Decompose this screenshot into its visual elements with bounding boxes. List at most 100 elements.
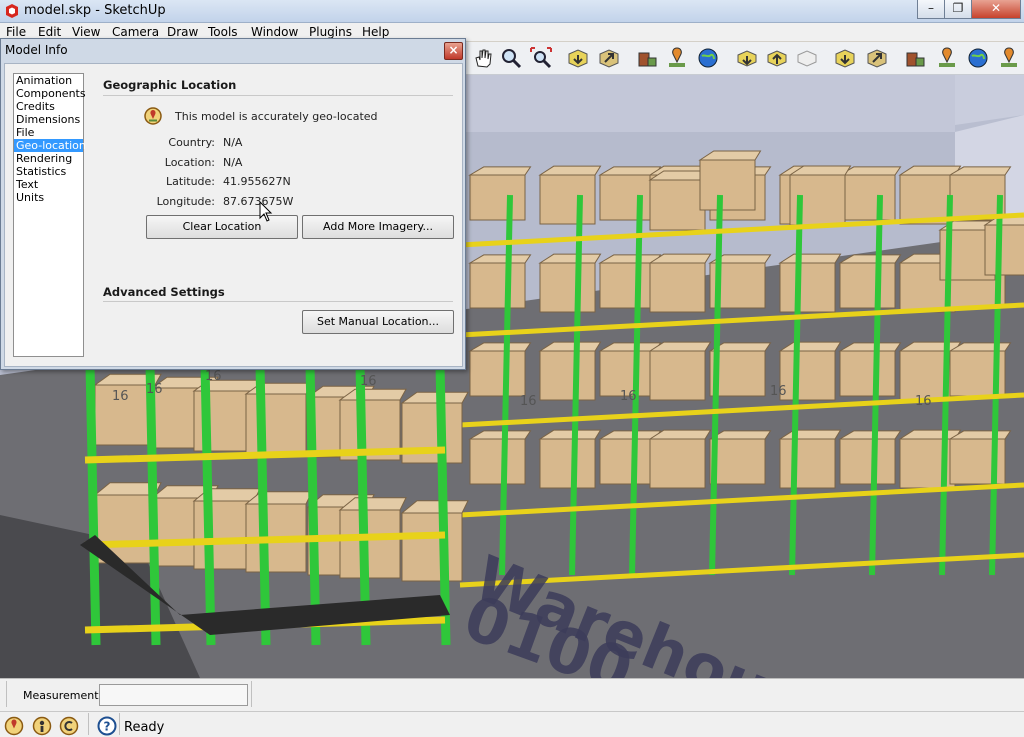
main-toolbar [465,42,1024,75]
cardboard-box [339,509,401,579]
share-model-icon[interactable] [865,46,889,70]
nav-item-units[interactable]: Units [14,191,83,204]
cardboard-box [779,350,836,401]
geo-location-heading: Geographic Location [103,78,237,92]
share-component-icon[interactable] [735,46,759,70]
nav-item-credits[interactable]: Credits [14,100,83,113]
rack-post [145,364,161,646]
nav-item-statistics[interactable]: Statistics [14,165,83,178]
nav-item-geo-location[interactable]: Geo-location [14,139,86,152]
country-label: Country: [168,136,215,149]
geo-status-text: This model is accurately geo-located [175,110,378,123]
share-model-icon[interactable] [597,46,621,70]
photo-textures-icon[interactable] [903,46,927,70]
latitude-value: 41.955627N [223,175,291,188]
cardboard-box [839,174,896,221]
cardboard-box [599,438,656,485]
close-icon[interactable]: × [444,42,463,60]
nav-item-file[interactable]: File [14,126,83,139]
country-value: N/A [223,136,243,149]
menu-file[interactable]: File [6,25,26,39]
cardboard-box [539,262,596,313]
add-more-imagery-button[interactable]: Add More Imagery... [302,215,454,239]
divider [88,713,89,735]
menu-edit[interactable]: Edit [38,25,61,39]
measurements-label: Measurements [23,689,105,702]
google-earth-icon[interactable] [696,46,720,70]
add-location-icon[interactable] [935,46,959,70]
divider [103,95,453,96]
rack-post [200,364,216,646]
cardboard-box [649,350,706,401]
photo-textures-icon[interactable] [635,46,659,70]
cardboard-box [699,159,756,211]
menu-tools[interactable]: Tools [208,25,238,39]
rack-label: 16 [360,374,377,389]
credits-status-icon[interactable] [32,716,52,736]
rack-post [85,364,101,646]
rack-post [305,364,321,646]
help-icon[interactable]: ? [97,716,117,736]
get-component-icon[interactable] [765,46,789,70]
model-info-nav: Animation Components Credits Dimensions … [13,73,86,357]
menu-plugins[interactable]: Plugins [309,25,352,39]
menu-help[interactable]: Help [362,25,389,39]
rack-label: 16 [112,389,129,404]
copyright-status-icon[interactable] [59,716,79,736]
get-models-icon[interactable] [566,46,590,70]
location-label: Location: [164,156,215,169]
nav-item-dimensions[interactable]: Dimensions [14,113,83,126]
divider [0,711,1024,712]
cardboard-box [779,262,836,313]
rack-label: 16 [620,389,637,404]
cardboard-box [193,500,255,570]
zoom-icon[interactable] [499,46,523,70]
cardboard-box [599,174,656,221]
menu-draw[interactable]: Draw [167,25,198,39]
menu-window[interactable]: Window [251,25,298,39]
geo-location-status-icon[interactable] [4,716,24,736]
hand-pan-icon[interactable] [471,46,495,70]
close-icon[interactable]: ✕ [971,0,1021,19]
get-models-icon[interactable] [833,46,857,70]
cardboard-box [709,438,766,485]
cardboard-box [245,393,307,455]
sketchup-app-icon [6,4,18,18]
cardboard-box [649,438,706,489]
title-bar: model.skp - SketchUp – ❐ ✕ [0,0,1024,23]
rack-label: 16 [770,384,787,399]
zoom-extents-icon[interactable] [529,46,553,70]
cardboard-box [984,224,1024,276]
dialog-body: Animation Components Credits Dimensions … [4,63,463,367]
divider [6,681,7,707]
add-location-icon[interactable] [997,46,1021,70]
rack-label: 16 [915,394,932,409]
cardboard-box [599,262,656,309]
set-manual-location-button[interactable]: Set Manual Location... [302,310,454,334]
google-earth-icon[interactable] [966,46,990,70]
measurements-input[interactable] [99,684,248,706]
model-info-dialog: Model Info × Animation Components Credit… [0,38,466,370]
cardboard-box [649,262,706,313]
rack-label: 16 [146,382,163,397]
nav-item-components[interactable]: Components [14,87,86,100]
nav-item-text[interactable]: Text [14,178,83,191]
rack-label: 16 [205,369,222,384]
nav-item-animation[interactable]: Animation [14,74,83,87]
cardboard-box [779,438,836,489]
preview-icon[interactable] [795,46,819,70]
maximize-icon[interactable]: ❐ [944,0,972,19]
status-bar: Measurements ? Ready [0,678,1024,737]
cardboard-box [539,438,596,489]
geo-located-icon [144,107,162,125]
longitude-label: Longitude: [156,195,215,208]
minimize-icon[interactable]: – [917,0,945,19]
clear-location-button[interactable]: Clear Location [146,215,298,239]
menu-camera[interactable]: Camera [112,25,159,39]
nav-item-rendering[interactable]: Rendering [14,152,83,165]
window-title: model.skp - SketchUp [24,3,166,18]
rack-label: 16 [520,394,537,409]
menu-view[interactable]: View [72,25,100,39]
cardboard-box [839,438,896,485]
add-location-icon[interactable] [665,46,689,70]
